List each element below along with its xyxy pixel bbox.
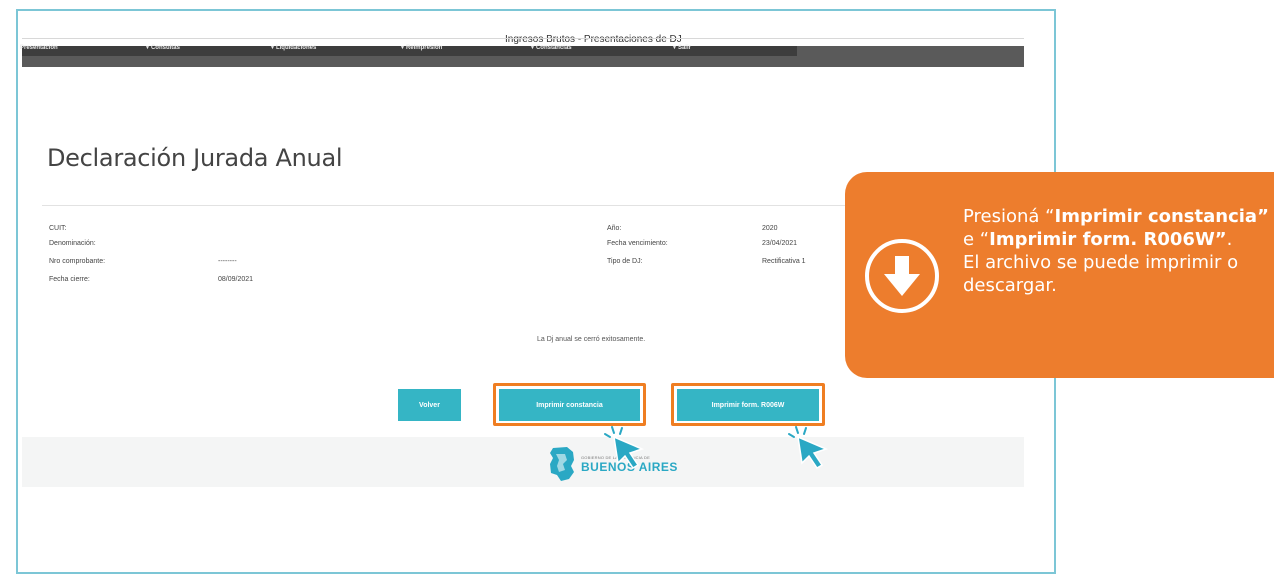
- menu-item-presentacion[interactable]: Presentación: [20, 45, 58, 51]
- caret-down-icon: ▼: [400, 45, 405, 51]
- title-divider: [22, 38, 1024, 39]
- field-value-fecha-cierre: 08/09/2021: [218, 276, 254, 283]
- field-label-tipo-dj: Tipo de DJ:: [607, 258, 643, 265]
- callout-text: Presioná “Imprimir constancia” e “Imprim…: [963, 206, 1269, 296]
- field-value-tipo-dj: Rectificativa 1: [762, 258, 806, 265]
- footer: [22, 437, 1024, 487]
- menu-item-salir[interactable]: ▼Salir: [672, 45, 691, 51]
- field-label-cuit: CUIT:: [49, 225, 67, 232]
- menu-item-constancias[interactable]: ▼Constancias: [530, 45, 572, 51]
- download-arrow-icon: [865, 239, 939, 313]
- caret-down-icon: ▼: [530, 45, 535, 51]
- instruction-callout: Presioná “Imprimir constancia” e “Imprim…: [845, 172, 1274, 378]
- menu-item-reimpresion[interactable]: ▼Reimpresión: [400, 45, 442, 51]
- caret-down-icon: ▼: [145, 45, 150, 51]
- field-value-anio: 2020: [762, 225, 778, 232]
- cursor-pointer-icon: [788, 426, 829, 470]
- field-label-denominacion: Denominación:: [49, 240, 96, 247]
- volver-button[interactable]: Volver: [398, 389, 461, 421]
- field-value-fecha-vencimiento: 23/04/2021: [762, 240, 798, 247]
- page-title: Declaración Jurada Anual: [47, 144, 343, 172]
- field-label-anio: Año:: [607, 225, 622, 232]
- field-label-fecha-cierre: Fecha cierre:: [49, 276, 90, 283]
- menu-item-liquidaciones[interactable]: ▼Liquidaciones: [270, 45, 316, 51]
- caret-down-icon: ▼: [270, 45, 275, 51]
- menu-item-consultas[interactable]: ▼Consultas: [145, 45, 180, 51]
- app-title: Ingresos Brutos - Presentaciones de DJ: [505, 34, 682, 45]
- caret-down-icon: ▼: [672, 45, 677, 51]
- field-label-fecha-vencimiento: Fecha vencimiento:: [607, 240, 668, 247]
- menu-bar: Presentación ▼Consultas ▼Liquidaciones ▼…: [20, 45, 1024, 67]
- province-map-icon: [550, 447, 574, 481]
- status-message: La Dj anual se cerró exitosamente.: [537, 336, 646, 343]
- cursor-pointer-icon: [604, 426, 645, 470]
- field-value-nro-comprobante: --------: [218, 258, 237, 265]
- field-label-nro-comprobante: Nro comprobante:: [49, 258, 106, 265]
- imprimir-constancia-button[interactable]: Imprimir constancia: [499, 389, 640, 421]
- imprimir-form-button[interactable]: Imprimir form. R006W: [677, 389, 819, 421]
